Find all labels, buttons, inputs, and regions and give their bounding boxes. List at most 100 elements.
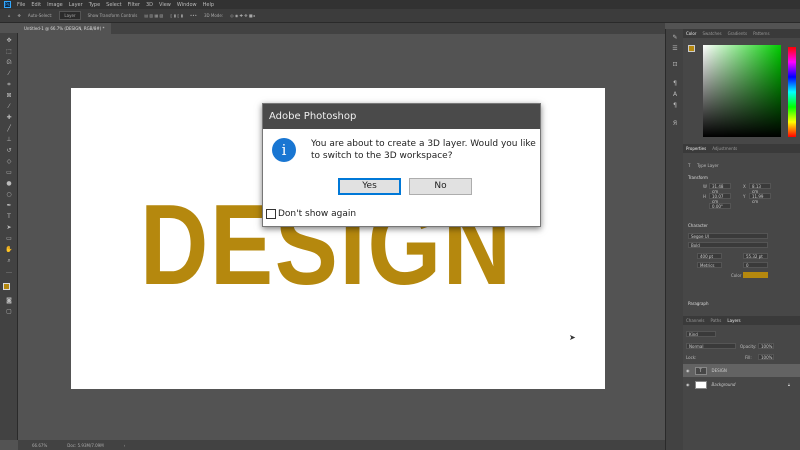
layer-row-background[interactable]: ◉ Background 🔒︎: [683, 378, 800, 391]
show-transform-checkbox[interactable]: Show Transform Controls: [88, 13, 138, 18]
type-tool-icon[interactable]: T: [5, 214, 13, 220]
screen-mode-icon[interactable]: ▢: [5, 309, 13, 315]
color-picker-field[interactable]: [703, 45, 781, 137]
dont-show-label: Don't show again: [278, 209, 357, 219]
opacity-field[interactable]: 100%: [758, 343, 774, 349]
font-family-select[interactable]: Segoe UI: [688, 233, 768, 239]
layer-row-design[interactable]: ◉ T DESIGN: [683, 364, 800, 377]
color-label: Color: [731, 273, 742, 278]
dodge-tool-icon[interactable]: ○: [5, 192, 13, 198]
character-icon[interactable]: A: [671, 92, 679, 98]
hand-tool-icon[interactable]: ✋: [5, 247, 13, 253]
menu-type[interactable]: Type: [89, 2, 100, 8]
stamp-tool-icon[interactable]: ⊥: [5, 137, 13, 143]
more-tools-icon[interactable]: …: [5, 269, 13, 275]
distribute-icons[interactable]: ▯ ▮ ▯ ▮: [170, 13, 183, 18]
yes-button[interactable]: Yes: [338, 178, 401, 195]
shape-tool-icon[interactable]: ▭: [5, 236, 13, 242]
quick-mask-icon[interactable]: ◙: [5, 298, 13, 304]
blend-mode-select[interactable]: Normal: [686, 343, 736, 349]
paragraph-header[interactable]: Paragraph: [688, 301, 709, 306]
angle-field[interactable]: 0.00°: [709, 203, 731, 209]
status-arrow-icon[interactable]: ›: [124, 443, 126, 448]
align-icons[interactable]: ▤ ▥ ▦ ▧: [144, 13, 163, 18]
history-brush-icon[interactable]: ↺: [5, 148, 13, 154]
layer-filter-select[interactable]: Kind: [686, 331, 716, 337]
hue-slider[interactable]: [788, 47, 796, 137]
tab-color[interactable]: Color: [686, 31, 696, 36]
menu-filter[interactable]: Filter: [128, 2, 140, 8]
y-field[interactable]: 11.99 cm: [749, 193, 771, 204]
layer-select[interactable]: Layer: [59, 11, 81, 20]
leading-field[interactable]: 55.32 pt: [743, 253, 768, 259]
frame-tool-icon[interactable]: ⊠: [5, 93, 13, 99]
dont-show-again[interactable]: Don't show again: [266, 209, 356, 219]
paragraph-icon[interactable]: ¶: [671, 103, 679, 109]
x-field[interactable]: 8.13 cm: [749, 183, 771, 194]
fill-field[interactable]: 100%: [758, 354, 774, 360]
gradient-tool-icon[interactable]: ▭: [5, 170, 13, 176]
eraser-icon[interactable]: ◇: [5, 159, 13, 165]
layer-name[interactable]: DESIGN: [712, 368, 727, 373]
tab-paths[interactable]: Paths: [711, 318, 722, 323]
menu-edit[interactable]: Edit: [31, 2, 41, 8]
menu-file[interactable]: File: [17, 2, 25, 8]
visibility-eye-icon[interactable]: ◉: [686, 382, 690, 387]
height-field[interactable]: 10.07 cm: [709, 193, 731, 204]
more-icon[interactable]: •••: [190, 13, 197, 18]
healing-brush-icon[interactable]: ✚: [5, 115, 13, 121]
glyphs-icon[interactable]: Я: [671, 121, 679, 127]
auto-select-checkbox[interactable]: Auto-Select:: [28, 13, 53, 18]
character-header[interactable]: Character: [688, 223, 708, 228]
move-tool-icon[interactable]: ✥: [18, 13, 21, 18]
visibility-eye-icon[interactable]: ◉: [686, 368, 690, 373]
marquee-tool-icon[interactable]: ⬚: [5, 49, 13, 55]
3d-mode-label: 3D Mode:: [203, 13, 224, 18]
no-button[interactable]: No: [409, 178, 472, 195]
menu-layer[interactable]: Layer: [69, 2, 83, 8]
tab-adjustments[interactable]: Adjustments: [712, 146, 737, 151]
font-style-select[interactable]: Bold: [688, 242, 768, 248]
tab-channels[interactable]: Channels: [686, 318, 705, 323]
crop-tool-icon[interactable]: ⌗: [5, 82, 13, 88]
menu-image[interactable]: Image: [47, 2, 63, 8]
path-select-icon[interactable]: ➤: [5, 225, 13, 231]
tab-gradients[interactable]: Gradients: [728, 31, 748, 36]
brush-settings-icon[interactable]: ✎: [671, 35, 679, 41]
menu-3d[interactable]: 3D: [146, 2, 153, 8]
zoom-tool-icon[interactable]: ⌕: [5, 258, 13, 264]
menu-window[interactable]: Window: [177, 2, 197, 8]
foreground-color[interactable]: [688, 45, 695, 52]
lock-icon: 🔒︎: [787, 382, 790, 387]
document-tab[interactable]: Untitled-1 @ 66.7% (DESIGN, RGB/8#) *: [18, 23, 111, 34]
pen-tool-icon[interactable]: ✒: [5, 203, 13, 209]
tab-layers[interactable]: Layers: [727, 318, 740, 323]
brush-tool-icon[interactable]: ╱: [5, 126, 13, 132]
tracking-field[interactable]: 0: [743, 262, 768, 268]
home-icon[interactable]: ⌂: [8, 13, 11, 18]
3d-controls-icons[interactable]: ◎ ◉ ✚ ✥ ■◂: [230, 13, 255, 18]
move-tool-icon[interactable]: ✥: [5, 38, 13, 44]
font-size-field[interactable]: 400 pt: [697, 253, 722, 259]
blur-tool-icon[interactable]: ●: [5, 181, 13, 187]
magic-wand-icon[interactable]: ⁄: [5, 71, 13, 77]
kerning-field[interactable]: Metrics: [697, 262, 722, 268]
adjust-icon[interactable]: ☰: [671, 46, 679, 52]
layer-name[interactable]: Background: [712, 382, 736, 387]
text-color-swatch[interactable]: [743, 272, 768, 278]
paragraph-styles-icon[interactable]: ¶: [671, 81, 679, 87]
tab-patterns[interactable]: Patterns: [753, 31, 769, 36]
foreground-color-swatch[interactable]: [3, 283, 10, 290]
tab-properties[interactable]: Properties: [686, 146, 706, 151]
width-field[interactable]: 31.48 cm: [709, 183, 731, 194]
zoom-level[interactable]: 66.67%: [32, 443, 47, 448]
transform-header[interactable]: Transform: [688, 175, 708, 180]
menu-help[interactable]: Help: [203, 2, 214, 8]
menu-view[interactable]: View: [159, 2, 171, 8]
tab-swatches[interactable]: Swatches: [702, 31, 721, 36]
clone-source-icon[interactable]: ⊡: [671, 62, 679, 68]
eyedropper-icon[interactable]: ⁄: [5, 104, 13, 110]
lasso-tool-icon[interactable]: ᘏ: [5, 60, 13, 66]
menu-select[interactable]: Select: [106, 2, 121, 8]
dont-show-checkbox[interactable]: [266, 209, 276, 219]
